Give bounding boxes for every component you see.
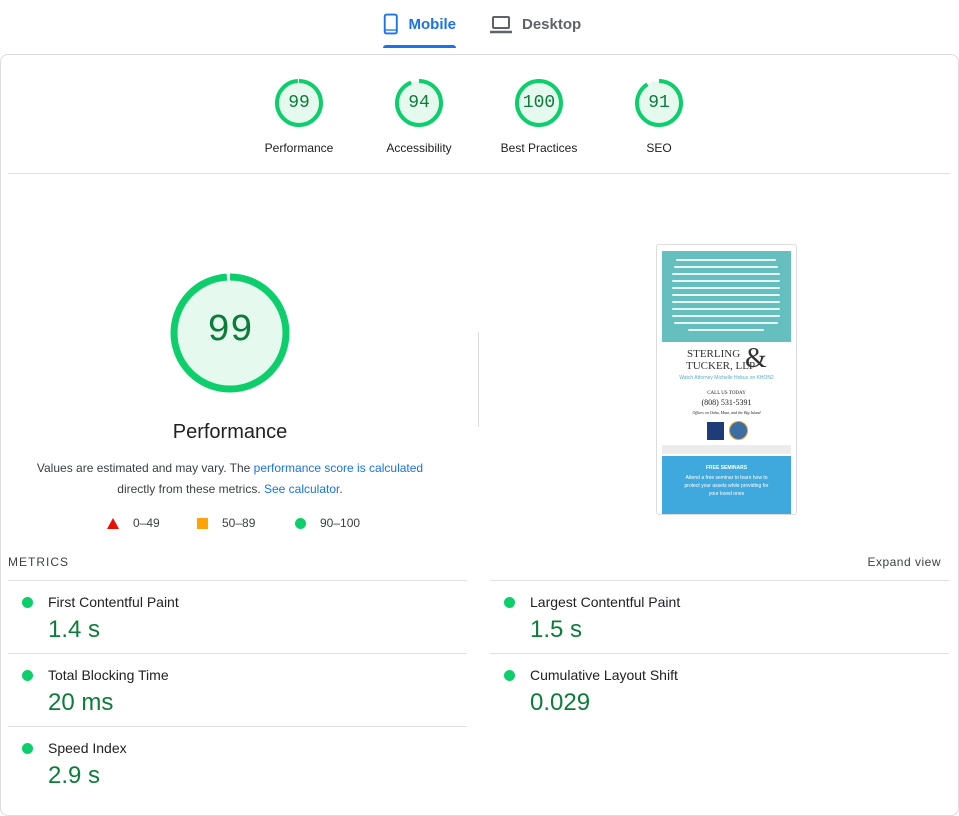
- gauge-accessibility[interactable]: 94 Accessibility: [359, 78, 479, 155]
- tab-desktop-label: Desktop: [522, 16, 582, 33]
- final-screenshot[interactable]: STERLING TUCKER, LLP & Watch Attorney Mi…: [656, 244, 797, 515]
- screenshot-divider: [662, 445, 791, 454]
- pass-dot-icon: [504, 670, 515, 681]
- seminar-text: Attend a free seminar to learn how to pr…: [684, 475, 769, 497]
- metric-value: 1.5 s: [530, 616, 583, 643]
- desc-text: directly from these metrics.: [117, 482, 264, 496]
- circle-icon: [295, 517, 306, 529]
- triangle-icon: [107, 517, 119, 529]
- performance-description: Values are estimated and may vary. The p…: [30, 458, 430, 500]
- screenshot-link: Watch Attorney Michelle Hokus on KHON2: [679, 375, 774, 381]
- gauge-label: SEO: [646, 141, 672, 155]
- metric-name: Speed Index: [48, 740, 127, 756]
- performance-gauge: 99: [170, 273, 290, 393]
- metric-speed-index: Speed Index 2.9 s: [8, 726, 467, 799]
- gauge-best-practices[interactable]: 100 Best Practices: [479, 78, 599, 155]
- pass-dot-icon: [22, 670, 33, 681]
- metric-value: 20 ms: [48, 689, 114, 716]
- score-calculated-link[interactable]: performance score is calculated: [254, 461, 423, 475]
- metric-name: Largest Contentful Paint: [530, 594, 681, 610]
- gauge-score: 91: [648, 93, 670, 113]
- metric-name: Total Blocking Time: [48, 667, 169, 683]
- smartphone-icon: [383, 13, 398, 35]
- divider: [8, 173, 950, 174]
- call-label: CALL US TODAY: [707, 391, 746, 396]
- pass-dot-icon: [22, 597, 33, 608]
- see-calculator-link[interactable]: See calculator: [264, 482, 339, 496]
- device-tabs: Mobile Desktop: [0, 0, 959, 50]
- gauge-seo[interactable]: 91 SEO: [599, 78, 719, 155]
- metric-cumulative-layout-shift: Cumulative Layout Shift 0.029: [490, 653, 949, 726]
- award-seal-icon: [729, 421, 748, 440]
- tab-mobile[interactable]: Mobile: [383, 10, 456, 48]
- offices-text: Offices on Oahu, Maui, and the Big Islan…: [692, 410, 761, 415]
- metric-value: 1.4 s: [48, 616, 101, 643]
- screenshot-banner: [662, 251, 791, 342]
- phone-number: (808) 531-5391: [701, 398, 752, 407]
- desc-text: Values are estimated and may vary. The: [36, 461, 254, 475]
- pass-dot-icon: [22, 743, 33, 754]
- gauge-label: Performance: [264, 141, 334, 155]
- gauge-label: Accessibility: [386, 141, 452, 155]
- metric-total-blocking-time: Total Blocking Time 20 ms: [8, 653, 467, 726]
- tab-mobile-label: Mobile: [408, 16, 457, 33]
- gauge-score: 99: [288, 93, 310, 113]
- metrics-heading: METRICS: [8, 555, 69, 569]
- gauge-score: 100: [522, 93, 556, 113]
- metric-value: 0.029: [530, 689, 591, 716]
- legend-range: 50–89: [222, 516, 256, 530]
- active-tab-indicator: [383, 45, 456, 48]
- tab-desktop[interactable]: Desktop: [490, 10, 581, 48]
- metric-largest-contentful-paint: Largest Contentful Paint 1.5 s: [490, 580, 949, 653]
- metric-name: First Contentful Paint: [48, 594, 179, 610]
- category-gauges: 99 Performance 94 Accessibility 100 Best…: [0, 78, 959, 168]
- square-icon: [197, 517, 208, 529]
- expand-view-button[interactable]: Expand view: [867, 555, 941, 569]
- legend-pass: 90–100: [295, 516, 360, 530]
- legend-range: 90–100: [320, 516, 361, 530]
- legend-fail: 0–49: [107, 516, 160, 530]
- seminar-title: FREE SEMINARS: [705, 465, 748, 471]
- metric-name: Cumulative Layout Shift: [530, 667, 678, 683]
- legend-average: 50–89: [197, 516, 255, 530]
- gauge-score: 94: [408, 93, 430, 113]
- legend-range: 0–49: [133, 516, 160, 530]
- firm-logo-ampersand: &: [745, 343, 767, 374]
- score-legend: 0–49 50–89 90–100: [0, 516, 460, 534]
- vertical-divider: [478, 332, 479, 427]
- pass-dot-icon: [504, 597, 515, 608]
- gauge-label: Best Practices: [500, 141, 578, 155]
- firm-name-line1: STERLING: [687, 348, 741, 360]
- performance-title: Performance: [172, 421, 288, 443]
- metric-first-contentful-paint: First Contentful Paint 1.4 s: [8, 580, 467, 653]
- performance-score: 99: [207, 309, 253, 352]
- desc-text: .: [339, 482, 343, 496]
- award-badge-icon: [707, 422, 724, 440]
- laptop-icon: [490, 16, 512, 34]
- metric-value: 2.9 s: [48, 762, 101, 789]
- gauge-performance[interactable]: 99 Performance: [239, 78, 359, 155]
